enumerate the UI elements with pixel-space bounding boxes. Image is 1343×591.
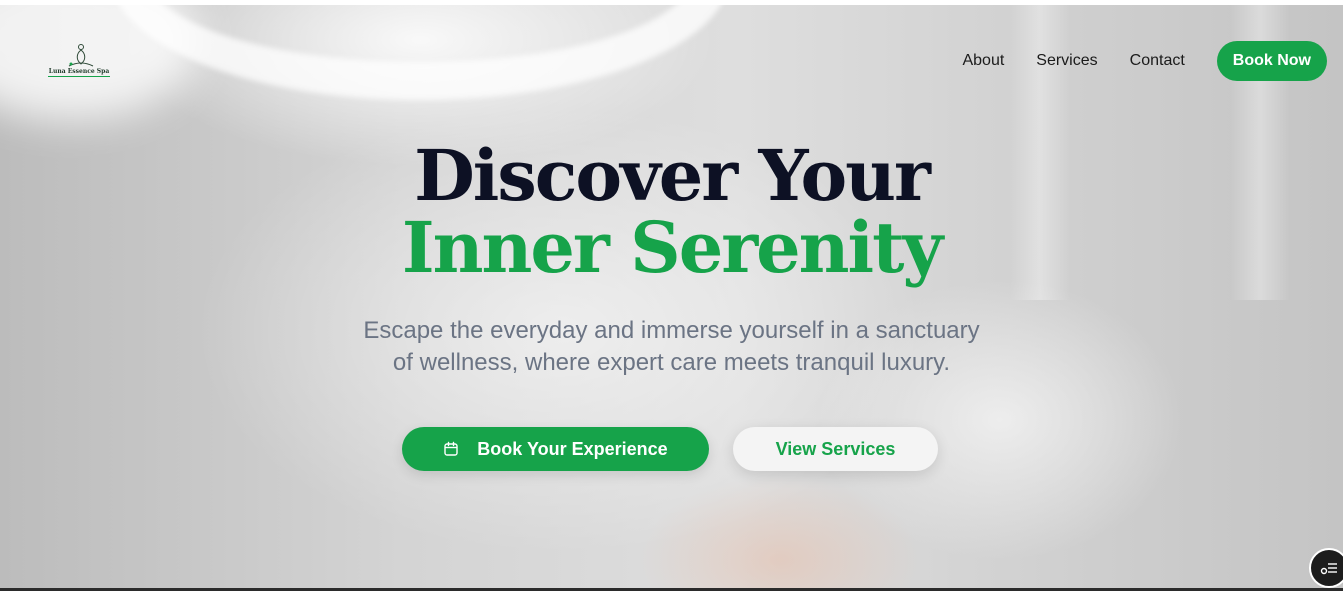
hero-cta-group: Book Your Experience View Services [402, 427, 938, 471]
subtitle-line-2: of wellness, where expert care meets tra… [392, 349, 951, 376]
headline-line-2: Inner Serenity [401, 206, 943, 289]
logo-underline [48, 76, 110, 77]
nav-link-contact[interactable]: Contact [1130, 52, 1185, 70]
book-experience-label: Book Your Experience [477, 438, 668, 459]
calendar-icon [443, 441, 459, 457]
view-services-button[interactable]: View Services [733, 427, 938, 471]
brand-logo[interactable]: Luna Essence Spa [44, 42, 114, 82]
background-lamp [110, 0, 730, 100]
main-nav: About Services Contact Book Now [962, 41, 1327, 81]
nav-link-services[interactable]: Services [1036, 52, 1097, 70]
lotus-figure-icon [68, 44, 94, 67]
headline-line-1: Discover Your [414, 134, 931, 217]
hero-section: Luna Essence Spa About Services Contact … [0, 0, 1343, 591]
subtitle-line-1: Escape the everyday and immerse yourself… [363, 317, 980, 344]
accessibility-menu-icon[interactable] [1309, 548, 1343, 588]
book-experience-button[interactable]: Book Your Experience [402, 427, 709, 471]
view-services-label: View Services [775, 438, 896, 459]
top-strip [0, 0, 1343, 5]
hero-headline: Discover Your Inner Serenity [0, 140, 1343, 284]
brand-name: Luna Essence Spa [48, 68, 110, 75]
hero-subtitle: Escape the everyday and immerse yourself… [0, 315, 1343, 379]
nav-link-about[interactable]: About [962, 52, 1004, 70]
book-now-button[interactable]: Book Now [1216, 41, 1327, 81]
